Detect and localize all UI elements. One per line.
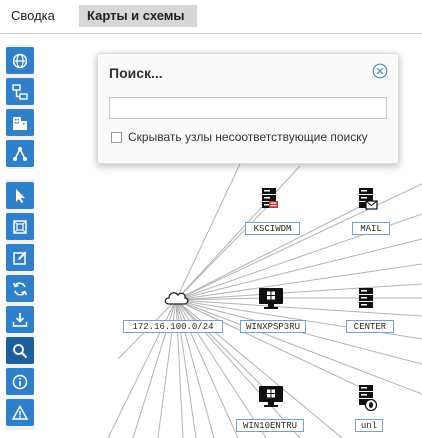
info-button[interactable] bbox=[6, 368, 34, 395]
edit-icon bbox=[13, 251, 27, 265]
cursor-icon bbox=[16, 188, 25, 203]
hide-nodes-checkbox[interactable] bbox=[111, 132, 122, 143]
node-label-ksciwdm[interactable]: KSCIWDM bbox=[245, 222, 300, 235]
node-label-subnet[interactable]: 172.16.100.0/24 bbox=[123, 320, 223, 333]
search-panel: Поиск... Скрывать узлы несоответствующие… bbox=[97, 53, 399, 164]
search-icon bbox=[13, 343, 28, 358]
tab-maps[interactable]: Карты и схемы bbox=[79, 5, 197, 27]
node-label-center[interactable]: CENTER bbox=[346, 320, 394, 333]
tab-summary[interactable]: Сводка bbox=[3, 5, 71, 27]
node-label-winxpsp3ru[interactable]: WINXPSP3RU bbox=[240, 320, 306, 333]
search-title: Поиск... bbox=[109, 65, 163, 81]
select-tool-button[interactable] bbox=[6, 182, 34, 209]
mail-server-icon[interactable] bbox=[355, 187, 379, 213]
node-label-mail[interactable]: MAIL bbox=[352, 222, 390, 235]
topology-button[interactable] bbox=[6, 78, 34, 105]
windows-monitor-icon[interactable] bbox=[258, 287, 284, 311]
hide-nodes-label: Скрывать узлы несоответствующие поиску bbox=[128, 130, 368, 144]
warning-icon bbox=[12, 404, 28, 420]
search-button[interactable] bbox=[6, 337, 34, 364]
globe-button[interactable] bbox=[6, 47, 34, 74]
server-icon[interactable] bbox=[258, 187, 280, 213]
globe-icon bbox=[12, 53, 28, 68]
toolbar-views bbox=[6, 45, 34, 169]
refresh-icon bbox=[12, 281, 28, 296]
fit-frame-icon bbox=[13, 219, 27, 234]
refresh-button[interactable] bbox=[6, 275, 34, 302]
info-icon bbox=[12, 374, 28, 389]
graph-nodes-icon bbox=[13, 146, 27, 161]
toolbar-tools bbox=[6, 179, 34, 430]
buildings-icon bbox=[13, 116, 27, 130]
fit-frame-button[interactable] bbox=[6, 213, 34, 240]
search-input[interactable] bbox=[109, 97, 387, 119]
windows-monitor-icon[interactable] bbox=[258, 385, 284, 409]
node-label-unl[interactable]: unl bbox=[355, 419, 383, 432]
buildings-button[interactable] bbox=[6, 109, 34, 136]
download-button[interactable] bbox=[6, 306, 34, 333]
tab-bar: Сводка Карты и схемы bbox=[0, 0, 422, 34]
node-label-win10entru[interactable]: WIN10ENTRU bbox=[236, 419, 304, 432]
server-icon[interactable] bbox=[355, 287, 377, 313]
edit-button[interactable] bbox=[6, 244, 34, 271]
warning-button[interactable] bbox=[6, 399, 34, 426]
close-icon[interactable] bbox=[372, 63, 388, 79]
linux-server-icon[interactable] bbox=[355, 384, 379, 412]
graph-nodes-button[interactable] bbox=[6, 140, 34, 167]
topology-icon bbox=[12, 83, 28, 100]
cloud-icon[interactable] bbox=[162, 288, 190, 308]
download-icon bbox=[12, 312, 28, 327]
